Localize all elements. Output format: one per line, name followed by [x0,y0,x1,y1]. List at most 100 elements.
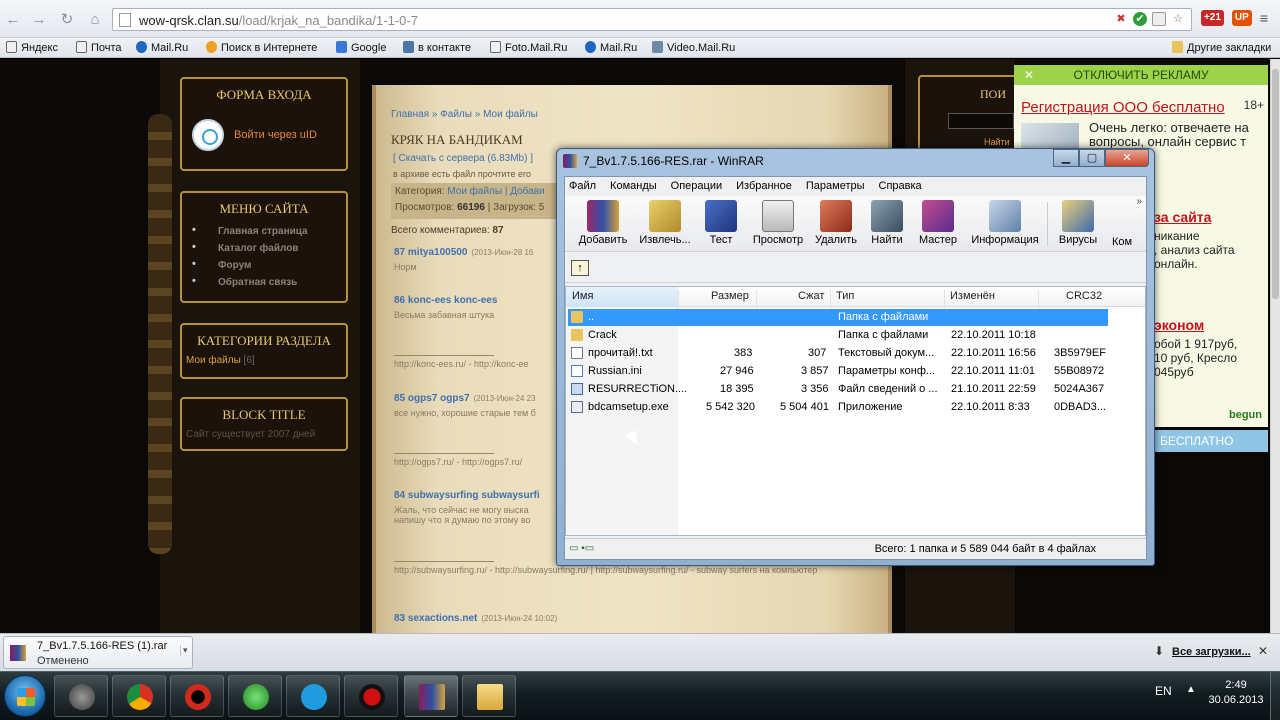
table-row[interactable]: RESURRECTiON.... 18 395 3 356 Файл сведе… [568,381,1108,398]
taskbar-signal-icon[interactable] [228,675,282,717]
column-crc[interactable]: CRC32 [1066,290,1102,302]
ad-title-link[interactable]: Регистрация ООО бесплатно [1021,99,1225,116]
column-size[interactable]: Размер [711,290,749,302]
download-item[interactable]: 7_Bv1.7.5.166-RES (1).rar Отменено ▾ [3,636,193,669]
up-folder-icon[interactable]: ↑ [571,260,589,276]
toolbar-add-button[interactable]: Добавить [575,200,631,246]
breadcrumb[interactable]: Главная » Файлы » Мои файлы [391,109,538,120]
ad-free-button[interactable]: БЕСПЛАТНО [1140,430,1268,452]
menu-item-catalog[interactable]: Каталог файлов [182,240,346,257]
taskbar-skype-icon[interactable] [286,675,340,717]
page-scrollbar[interactable] [1270,59,1280,633]
table-row[interactable]: bdcamsetup.exe 5 542 320 5 504 401 Прило… [568,399,1108,416]
menu-item-home[interactable]: Главная страница [182,223,346,240]
language-indicator[interactable]: EN [1155,684,1172,698]
maximize-button[interactable]: ▢ [1079,149,1105,167]
home-icon[interactable]: ⌂ [86,11,104,29]
toolbar-test-button[interactable]: Тест [701,200,741,246]
toolbar-delete-button[interactable]: Удалить [813,200,859,246]
close-window-button[interactable]: ✕ [1105,149,1149,167]
bookmark-google[interactable]: Google [336,41,386,54]
bookmark-foto-mailru[interactable]: Foto.Mail.Ru [490,41,567,54]
comment-signature[interactable]: http://subwaysurfing.ru/ - http://subway… [394,565,880,575]
ad-brand[interactable]: begun [1229,409,1262,421]
rar-file-icon [10,645,26,661]
address-bar[interactable]: wow-qrsk.clan.su/load/krjak_na_bandika/1… [112,8,1192,31]
menu-item-forum[interactable]: Форум [182,257,346,274]
uid-login-icon[interactable] [192,119,224,151]
toolbar-comment-button[interactable]: Ком [1107,236,1137,248]
bookmark-search[interactable]: Поиск в Интернете [206,41,317,54]
scrollbar-thumb[interactable] [1272,69,1279,299]
site-search-input[interactable] [948,113,1014,129]
menu-options[interactable]: Параметры [806,177,865,195]
taskbar-wot-icon[interactable] [54,675,108,717]
uid-login-link[interactable]: Войти через uID [234,129,317,141]
drive-status-icon[interactable]: ▭ ▪▭ [569,543,594,554]
page-action-icon[interactable] [1152,12,1166,26]
table-row[interactable]: Russian.ini 27 946 3 857 Параметры конф.… [568,363,1108,380]
category-my-files[interactable]: Мои файлы [6] [182,355,346,366]
bookmark-vkontakte[interactable]: в контакте [403,41,471,54]
close-icon[interactable]: ✕ [1258,644,1268,658]
chevron-up-icon[interactable]: ▲ [1186,684,1196,695]
menu-item-feedback[interactable]: Обратная связь [182,274,346,291]
back-arrow-icon[interactable]: ← [4,11,22,29]
star-icon[interactable]: ☆ [1171,12,1185,26]
menu-file[interactable]: Файл [569,177,596,195]
toolbar-find-button[interactable]: Найти [867,200,907,246]
site-search-button[interactable]: Найти [984,137,1010,147]
other-bookmarks[interactable]: Другие закладки [1172,41,1271,54]
extension-badge-icon[interactable]: +21 [1200,10,1224,26]
ad-link-2[interactable]: за сайта [1154,209,1211,225]
bookmark-icon [6,41,17,53]
up-extension-icon[interactable]: UP [1231,10,1252,26]
disable-ads-button[interactable]: ✕ ОТКЛЮЧИТЬ РЕКЛАМУ [1014,65,1268,85]
bookmark-video-mailru[interactable]: Video.Mail.Ru [652,41,735,54]
wrench-icon[interactable]: ≡ [1260,10,1268,26]
toolbar-info-button[interactable]: Информация [969,200,1041,246]
column-name[interactable]: Имя [572,290,593,302]
menu-operations[interactable]: Операции [671,177,722,195]
table-row[interactable]: Crack Папка с файлами 22.10.2011 10:18 [568,327,1108,344]
check-icon[interactable]: ✔ [1133,12,1147,26]
bookmark-yandex[interactable]: Яндекс [6,41,58,54]
chrome-icon [127,684,153,710]
winrar-window: 7_Bv1.7.5.166-RES.rar - WinRAR ▁ ▢ ✕ Фай… [556,148,1155,566]
download-link[interactable]: [ Скачать с сервера (6.83Mb) ] [393,153,533,164]
taskbar-winrar-icon[interactable] [404,675,458,717]
taskbar-opera-icon[interactable] [170,675,224,717]
comment-signature[interactable]: http://konc-ees.ru/ - http://konc-ee [394,359,529,369]
start-button[interactable] [4,675,46,717]
bookmark-pochta[interactable]: Почта [76,41,122,54]
toolbar-overflow-icon[interactable]: » [1136,196,1142,207]
bookmark-mailru-2[interactable]: Mail.Ru [585,41,637,54]
chevron-down-icon[interactable]: ▾ [180,645,190,656]
ad-link-3[interactable]: эконом [1154,317,1204,333]
taskbar-explorer-icon[interactable] [462,675,516,717]
system-clock[interactable]: 2:49 30.06.2013 [1206,678,1266,708]
column-packed[interactable]: Сжат [798,290,824,302]
comment-signature[interactable]: http://ogps7.ru/ - http://ogps7.ru/ [394,457,522,467]
toolbar-wizard-button[interactable]: Мастер [915,200,961,246]
toolbar-virus-button[interactable]: Вирусы [1057,200,1099,246]
menu-commands[interactable]: Команды [610,177,657,195]
toolbar-extract-button[interactable]: Извлечь... [635,200,695,246]
table-row[interactable]: прочитай!.txt 383 307 Текстовый докум...… [568,345,1108,362]
all-downloads-link[interactable]: Все загрузки... [1172,646,1251,658]
column-modified[interactable]: Изменён [950,290,995,302]
menu-favorites[interactable]: Избранное [736,177,792,195]
taskbar-record-icon[interactable] [344,675,398,717]
forward-arrow-icon[interactable]: → [30,11,48,29]
menu-help[interactable]: Справка [879,177,922,195]
bookmark-mailru[interactable]: Mail.Ru [136,41,188,54]
table-row[interactable]: .. Папка с файлами [568,309,1108,326]
taskbar-chrome-icon[interactable] [112,675,166,717]
column-type[interactable]: Тип [836,290,854,302]
show-desktop-button[interactable] [1270,672,1280,720]
minimize-button[interactable]: ▁ [1053,149,1079,167]
reload-icon[interactable]: ↻ [58,11,76,29]
toolbar-view-button[interactable]: Просмотр [749,200,807,246]
blocked-popup-icon[interactable]: ✖ [1114,12,1128,26]
bookmarks-bar: Яндекс Почта Mail.Ru Поиск в Интернете G… [0,38,1280,58]
